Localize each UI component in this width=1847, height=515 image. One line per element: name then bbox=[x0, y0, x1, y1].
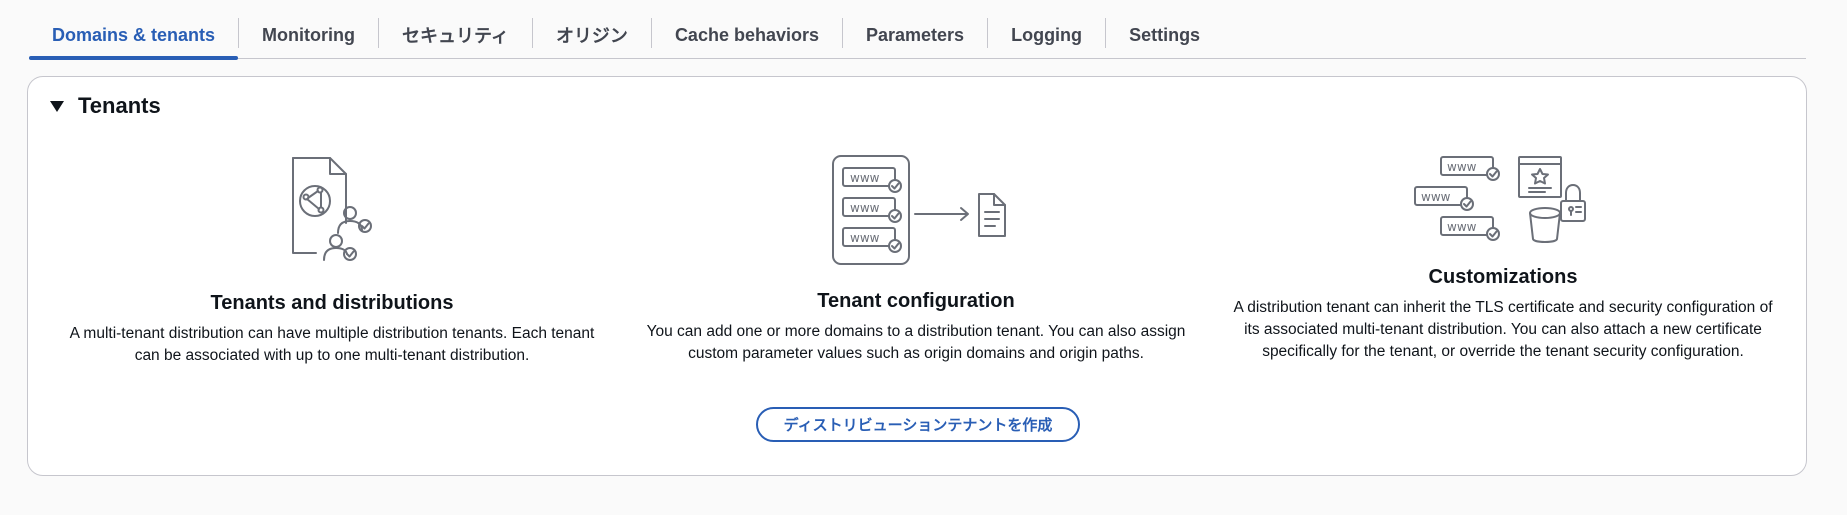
info-column-tenant-configuration: Tenant configuration You can add one or … bbox=[634, 290, 1198, 365]
info-column-tenants-and-distributions: Tenants and distributions A multi-tenant… bbox=[50, 292, 614, 367]
document-globe-users-icon bbox=[290, 155, 390, 261]
description-line: its associated multi-tenant distribution… bbox=[1244, 321, 1762, 338]
www-domains-to-document-icon: www www www bbox=[831, 154, 1011, 266]
tab-security[interactable]: セキュリティ bbox=[379, 12, 532, 58]
tab-settings[interactable]: Settings bbox=[1106, 12, 1223, 58]
info-column-customizations: Customizations A distribution tenant can… bbox=[1218, 266, 1788, 363]
description-line: can be associated with up to one multi-t… bbox=[134, 347, 530, 364]
tenants-panel: Tenants www www www www www www Tenants … bbox=[27, 76, 1807, 476]
column-title: Tenants and distributions bbox=[210, 292, 454, 314]
tab-logging[interactable]: Logging bbox=[988, 12, 1105, 58]
tab-domains-and-tenants[interactable]: Domains & tenants bbox=[29, 12, 239, 60]
description-line: specifically for the tenant, or override… bbox=[1262, 343, 1744, 360]
svg-text:www: www bbox=[1447, 220, 1477, 234]
tab-bar: Domains & tenants Monitoring セキュリティ オリジン… bbox=[29, 12, 1806, 60]
tab-origins[interactable]: オリジン bbox=[533, 12, 651, 58]
column-description: A multi-tenant distribution can have mul… bbox=[50, 323, 614, 367]
caret-down-icon bbox=[50, 100, 64, 112]
tenants-expander[interactable]: Tenants bbox=[50, 93, 161, 119]
column-title: Tenant configuration bbox=[817, 290, 1015, 312]
description-line: A distribution tenant can inherit the TL… bbox=[1233, 299, 1773, 316]
svg-text:www: www bbox=[850, 201, 880, 215]
panel-title: Tenants bbox=[78, 93, 161, 118]
description-line: You can add one or more domains to a dis… bbox=[646, 323, 1186, 340]
svg-text:www: www bbox=[1447, 160, 1477, 174]
tab-parameters[interactable]: Parameters bbox=[843, 12, 987, 58]
svg-text:www: www bbox=[1421, 190, 1451, 204]
svg-text:www: www bbox=[850, 231, 880, 245]
tab-monitoring[interactable]: Monitoring bbox=[239, 12, 378, 58]
column-title: Customizations bbox=[1428, 266, 1578, 288]
description-line: custom parameter values such as origin d… bbox=[688, 345, 1144, 362]
svg-text:www: www bbox=[850, 171, 880, 185]
tab-cache-behaviors[interactable]: Cache behaviors bbox=[652, 12, 842, 58]
www-certificate-lock-bucket-icon: www www www bbox=[1413, 155, 1601, 247]
description-line: A multi-tenant distribution can have mul… bbox=[69, 325, 595, 342]
create-distribution-tenant-button[interactable]: ディストリビューションテナントを作成 bbox=[756, 407, 1080, 442]
column-description: You can add one or more domains to a dis… bbox=[634, 321, 1198, 365]
column-description: A distribution tenant can inherit the TL… bbox=[1218, 297, 1788, 363]
